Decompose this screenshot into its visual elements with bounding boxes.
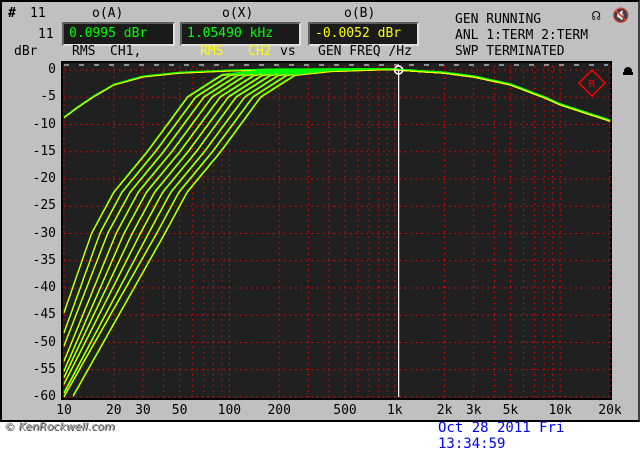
- y-tick-label: -30: [32, 225, 56, 241]
- y-tick-label: -35: [32, 252, 56, 268]
- scroll-knob-icon[interactable]: [623, 67, 633, 75]
- y-tick-label: 0: [48, 62, 56, 77]
- y-tick-label: -20: [32, 171, 56, 186]
- y-tick-label: -55: [32, 361, 56, 377]
- y-tick-label: -45: [32, 307, 56, 323]
- y-tick-label: -50: [32, 334, 56, 350]
- x-tick-label: 100: [217, 403, 242, 418]
- watermark: © KenRockwell.com: [4, 420, 115, 433]
- plot-area: [61, 61, 612, 400]
- y-tick-label: -10: [32, 116, 56, 132]
- x-tick-label: 2k: [436, 403, 453, 418]
- y-tick-label: -40: [32, 280, 56, 295]
- x-tick-label: 20k: [598, 403, 622, 418]
- x-tick-label: 10k: [548, 403, 572, 418]
- x-tick-label: 5k: [502, 403, 519, 418]
- x-tick-label: 200: [267, 403, 291, 418]
- x-tick-label: 3k: [465, 403, 482, 418]
- y-tick-label: -25: [32, 198, 56, 214]
- x-tick-label: 10: [56, 403, 72, 418]
- svg-text:R: R: [589, 79, 596, 90]
- x-tick-label: 20: [105, 403, 122, 418]
- y-tick-label: -60: [32, 389, 56, 404]
- x-tick-label: 50: [171, 403, 188, 418]
- timestamp: Oct 28 2011 Fri 13:34:59: [438, 420, 565, 452]
- chart: R: [61, 61, 633, 400]
- x-tick-label: 1k: [386, 403, 403, 418]
- x-tick-label: 30: [135, 403, 151, 418]
- y-tick-label: -5: [40, 89, 56, 105]
- y-tick-label: -15: [32, 143, 56, 159]
- x-tick-label: 500: [333, 403, 357, 418]
